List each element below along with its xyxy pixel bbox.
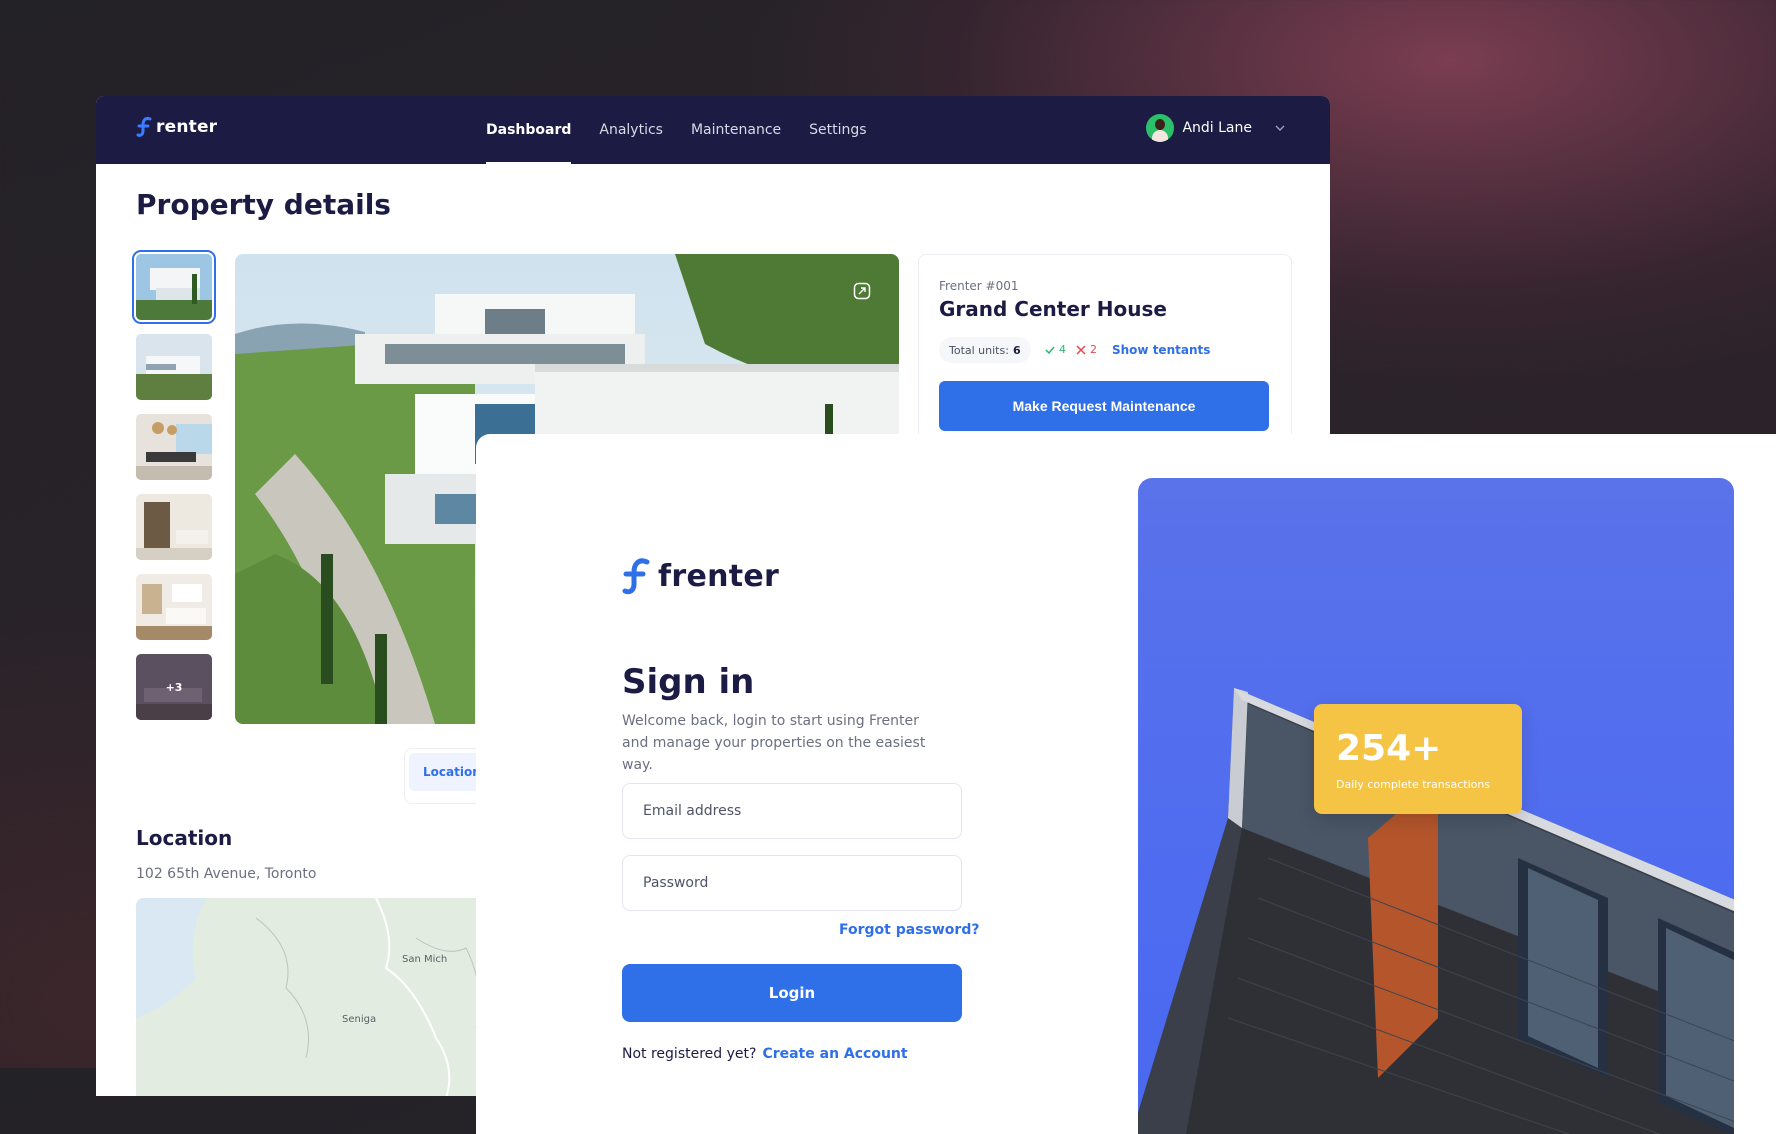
thumbnail-more[interactable]: +3 xyxy=(136,654,212,720)
occupied-value: 4 xyxy=(1059,343,1066,356)
user-name: Andi Lane xyxy=(1182,120,1252,136)
main-nav: Dashboard Analytics Maintenance Settings xyxy=(486,96,867,164)
occupied-count: 4 xyxy=(1045,343,1066,356)
password-field[interactable] xyxy=(622,855,962,911)
nav-analytics[interactable]: Analytics xyxy=(599,96,663,164)
brand-logo[interactable]: renter xyxy=(136,116,217,138)
total-units-label: Total units: xyxy=(949,343,1009,357)
login-button[interactable]: Login xyxy=(622,964,962,1022)
nav-dashboard[interactable]: Dashboard xyxy=(486,96,572,164)
expand-icon[interactable] xyxy=(853,282,871,300)
nav-maintenance[interactable]: Maintenance xyxy=(691,96,781,164)
nav-settings[interactable]: Settings xyxy=(809,96,866,164)
location-address: 102 65th Avenue, Toronto xyxy=(136,866,317,882)
register-prompt: Not registered yet? Create an Account xyxy=(622,1046,908,1062)
thumbnail-1[interactable] xyxy=(132,250,216,324)
brand-name: renter xyxy=(156,117,218,137)
stat-value: 254+ xyxy=(1336,728,1442,769)
thumbnail-4[interactable] xyxy=(136,494,212,560)
signin-brand-name: frenter xyxy=(658,558,780,594)
signin-subtitle: Welcome back, login to start using Frent… xyxy=(622,713,926,773)
chevron-down-icon xyxy=(1275,125,1285,131)
vacant-value: 2 xyxy=(1090,343,1097,356)
show-tenants-link[interactable]: Show tentants xyxy=(1112,343,1210,357)
thumbnail-3[interactable] xyxy=(136,414,212,480)
stat-card: 254+ Daily complete transactions xyxy=(1314,704,1522,814)
request-maintenance-button[interactable]: Make Request Maintenance xyxy=(939,381,1269,431)
property-code: Frenter #001 xyxy=(939,279,1019,293)
thumbnail-2[interactable] xyxy=(136,334,212,400)
forgot-password-link[interactable]: Forgot password? xyxy=(839,922,979,938)
signin-title: Sign in xyxy=(622,662,755,702)
map-label-san-mich: San Mich xyxy=(402,954,448,965)
photo-thumbnails: +3 xyxy=(132,250,216,734)
check-icon xyxy=(1045,346,1055,354)
property-name: Grand Center House xyxy=(939,297,1167,321)
create-account-link[interactable]: Create an Account xyxy=(762,1046,907,1062)
location-title: Location xyxy=(136,826,233,850)
stat-label: Daily complete transactions xyxy=(1336,778,1491,791)
map-label-seniga: Seniga xyxy=(342,1014,377,1025)
property-info-card: Frenter #001 Grand Center House Total un… xyxy=(918,254,1292,456)
not-registered-text: Not registered yet? xyxy=(622,1046,757,1062)
frenter-logo-icon xyxy=(622,558,650,595)
total-units-value: 6 xyxy=(1012,343,1021,357)
top-navigation: renter Dashboard Analytics Maintenance S… xyxy=(96,96,1330,164)
page-title: Property details xyxy=(136,188,391,221)
email-field[interactable] xyxy=(622,783,962,839)
more-photos-count: +3 xyxy=(165,680,183,694)
hero-building-image: 254+ Daily complete transactions xyxy=(1138,478,1734,1134)
total-units-badge: Total units: 6 xyxy=(939,337,1031,363)
signin-window: frenter Sign in Welcome back, login to s… xyxy=(476,434,1776,1134)
signin-brand-logo: frenter xyxy=(622,556,779,596)
avatar xyxy=(1146,114,1175,142)
user-menu[interactable]: Andi Lane xyxy=(1146,114,1286,142)
close-icon xyxy=(1076,344,1086,355)
thumbnail-5[interactable] xyxy=(136,574,212,640)
occupancy-status: 4 2 xyxy=(1045,343,1097,356)
frenter-logo-icon xyxy=(136,117,152,137)
vacant-count: 2 xyxy=(1076,343,1097,356)
